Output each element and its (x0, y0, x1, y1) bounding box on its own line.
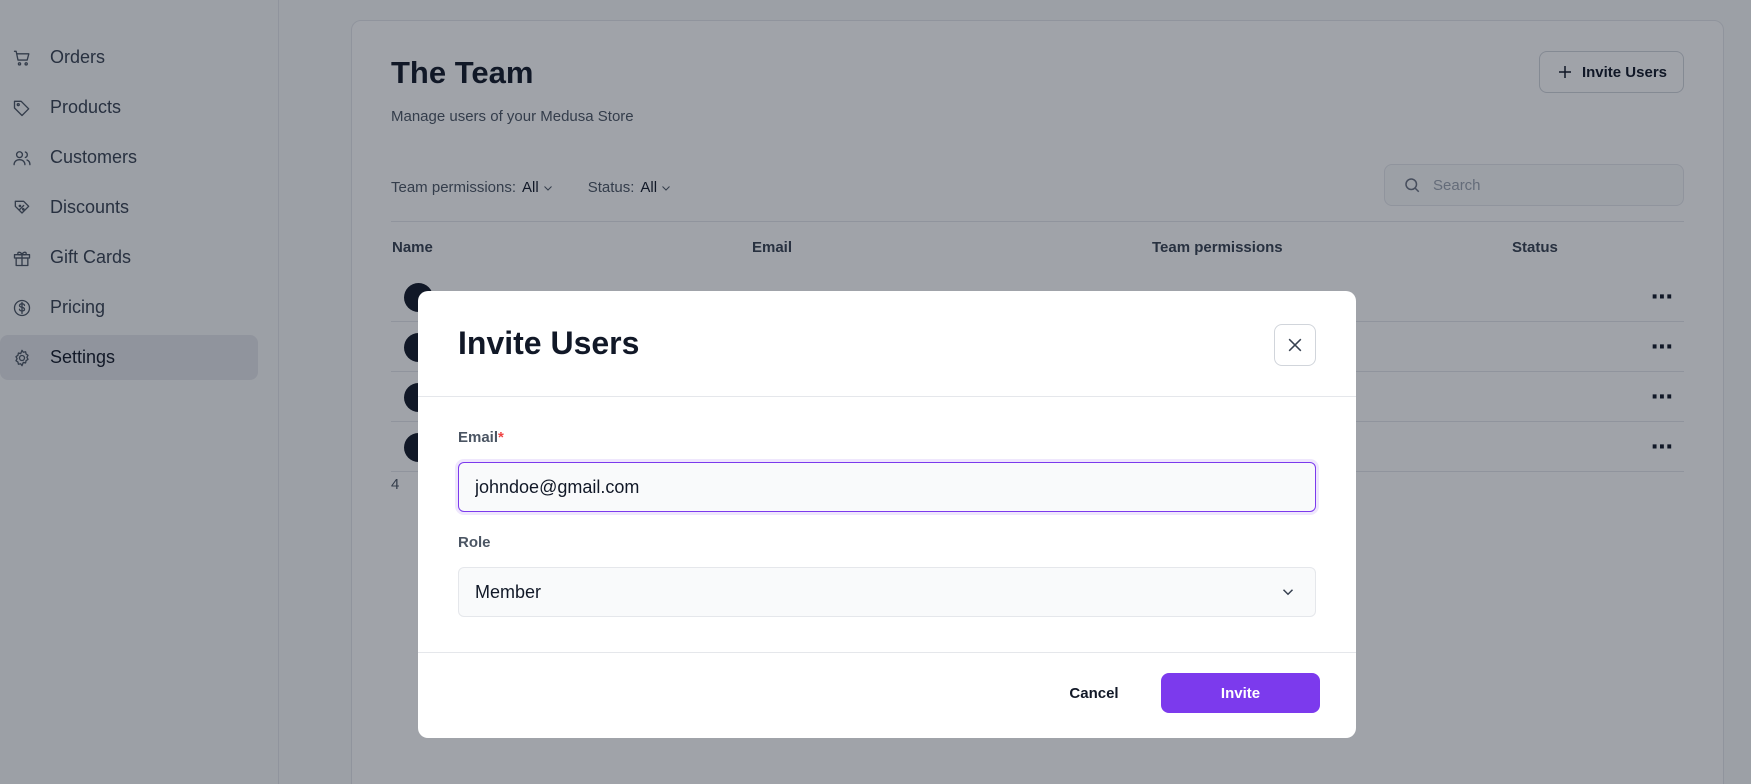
cancel-button[interactable]: Cancel (1024, 673, 1164, 713)
email-field[interactable] (458, 462, 1316, 512)
required-marker: * (498, 429, 504, 446)
close-button[interactable] (1274, 324, 1316, 366)
chevron-down-icon (1282, 589, 1294, 596)
close-icon (1288, 338, 1302, 352)
role-label: Role (458, 534, 491, 551)
email-label: Email* (458, 429, 504, 446)
email-input[interactable] (475, 476, 1315, 498)
modal-header-divider (418, 396, 1356, 397)
role-select[interactable]: Member (458, 567, 1316, 617)
invite-button[interactable]: Invite (1161, 673, 1320, 713)
email-label-text: Email (458, 429, 499, 446)
modal-footer-divider (418, 652, 1356, 653)
invite-users-modal: Invite Users Email* Role Member Cancel I… (418, 291, 1356, 738)
modal-title: Invite Users (458, 325, 640, 361)
role-value: Member (475, 581, 542, 602)
